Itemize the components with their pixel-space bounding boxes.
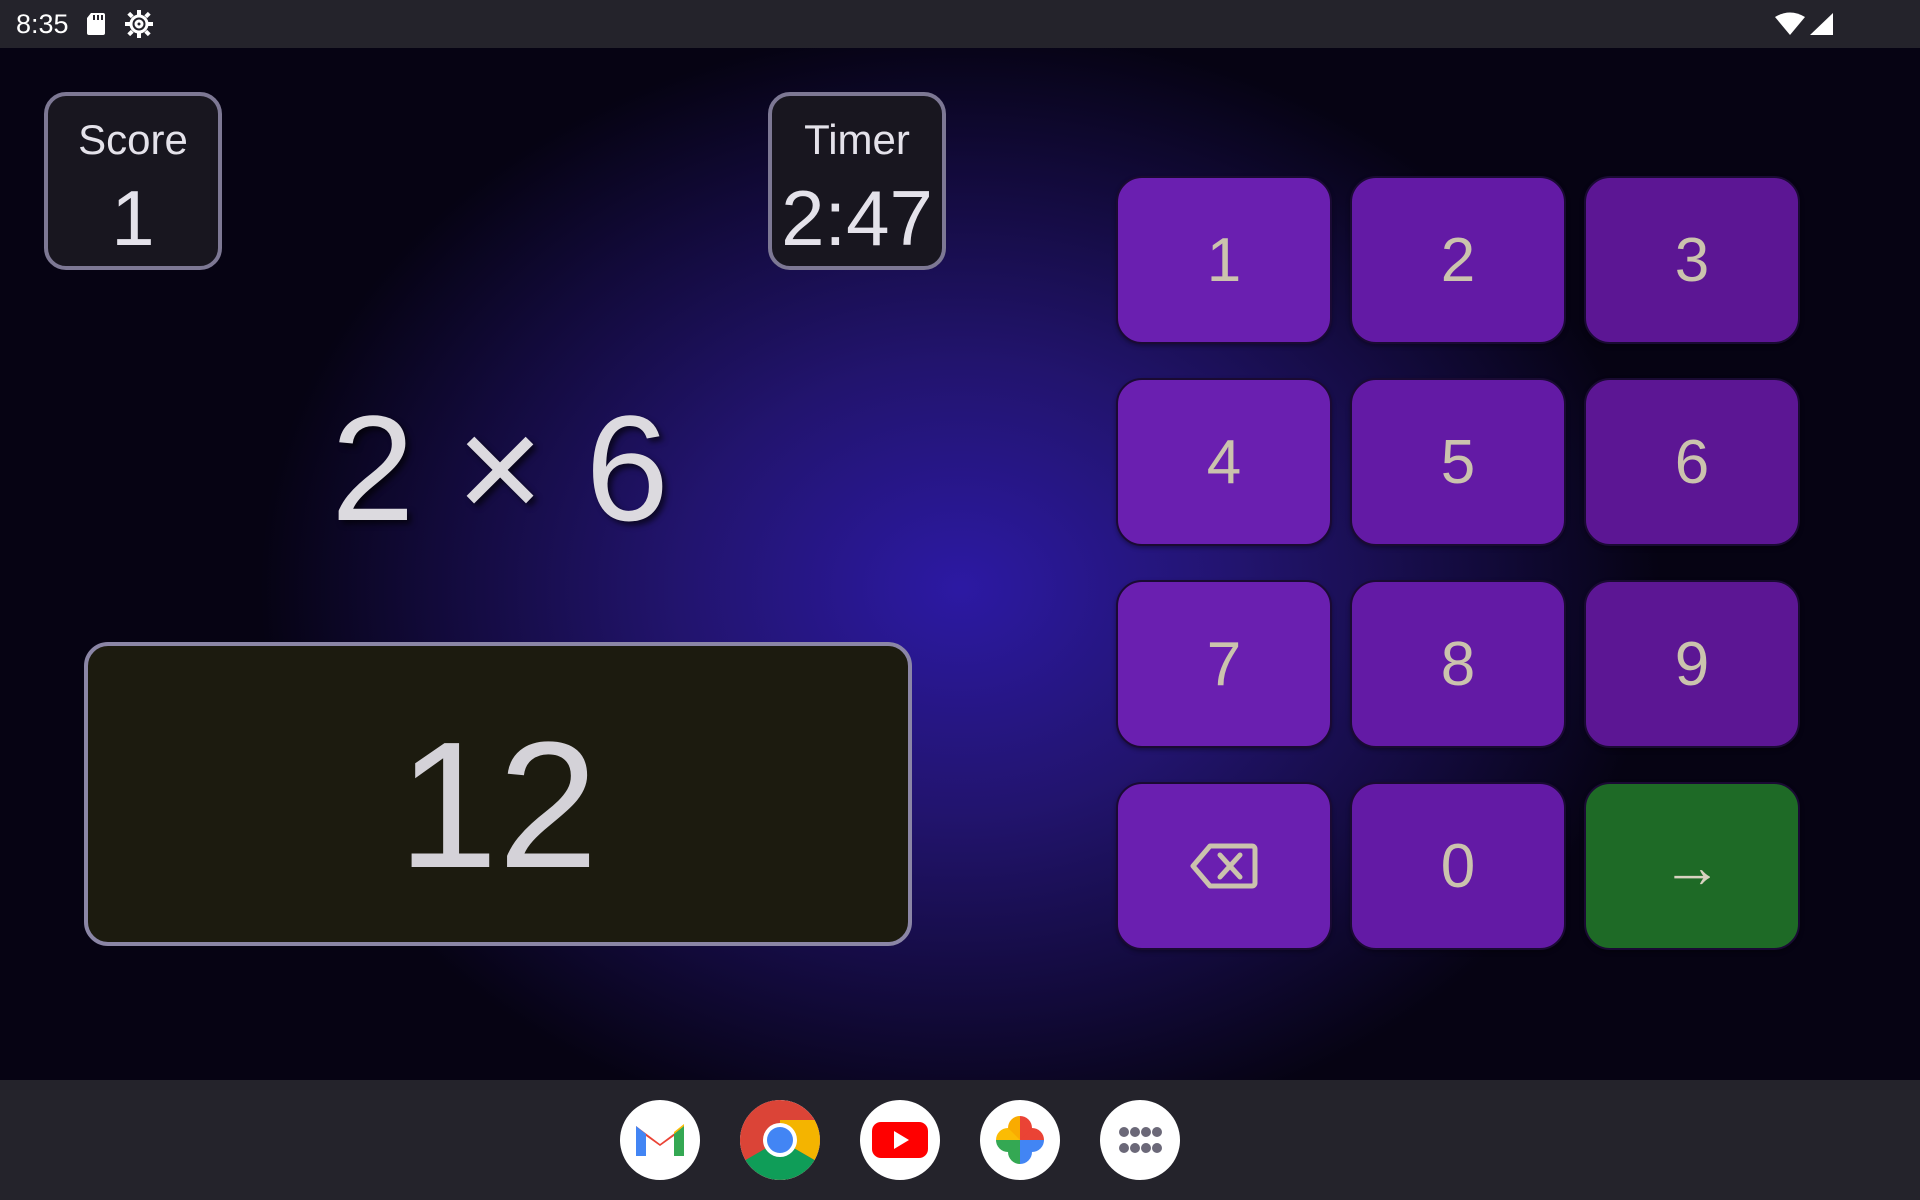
timer-panel: Timer 2:47	[768, 92, 946, 270]
answer-display: 12	[84, 642, 912, 946]
gmail-icon[interactable]	[620, 1100, 700, 1180]
google-photos-icon[interactable]	[980, 1100, 1060, 1180]
score-value: 1	[111, 174, 155, 262]
score-label: Score	[78, 116, 188, 163]
game-area: Score 1 Timer 2:47 2 × 6 12 1 2 3 4 5 6 …	[0, 48, 1920, 1080]
wifi-icon	[1775, 12, 1805, 35]
score-panel: Score 1	[44, 92, 222, 270]
settings-gear-icon	[125, 10, 153, 38]
key-2[interactable]: 2	[1350, 176, 1566, 344]
key-5[interactable]: 5	[1350, 378, 1566, 546]
answer-value: 12	[397, 705, 599, 906]
key-7[interactable]: 7	[1116, 580, 1332, 748]
timer-label: Timer	[804, 116, 910, 163]
backspace-button[interactable]	[1116, 782, 1332, 950]
submit-button[interactable]: →	[1584, 782, 1800, 950]
app-dock	[0, 1080, 1920, 1200]
timer-value: 2:47	[781, 174, 933, 262]
youtube-icon[interactable]	[860, 1100, 940, 1180]
key-9[interactable]: 9	[1584, 580, 1800, 748]
question-text: 2 × 6	[331, 384, 669, 552]
key-6[interactable]: 6	[1584, 378, 1800, 546]
key-4[interactable]: 4	[1116, 378, 1332, 546]
cell-signal-icon	[1810, 13, 1833, 35]
app-drawer-icon[interactable]	[1100, 1100, 1180, 1180]
status-time: 8:35	[16, 9, 69, 39]
key-3[interactable]: 3	[1584, 176, 1800, 344]
backspace-icon	[1190, 843, 1258, 889]
status-bar: 8:35	[0, 0, 1920, 48]
chrome-icon[interactable]	[740, 1100, 820, 1180]
key-1[interactable]: 1	[1116, 176, 1332, 344]
key-0[interactable]: 0	[1350, 782, 1566, 950]
key-8[interactable]: 8	[1350, 580, 1566, 748]
sd-card-icon	[87, 13, 105, 35]
